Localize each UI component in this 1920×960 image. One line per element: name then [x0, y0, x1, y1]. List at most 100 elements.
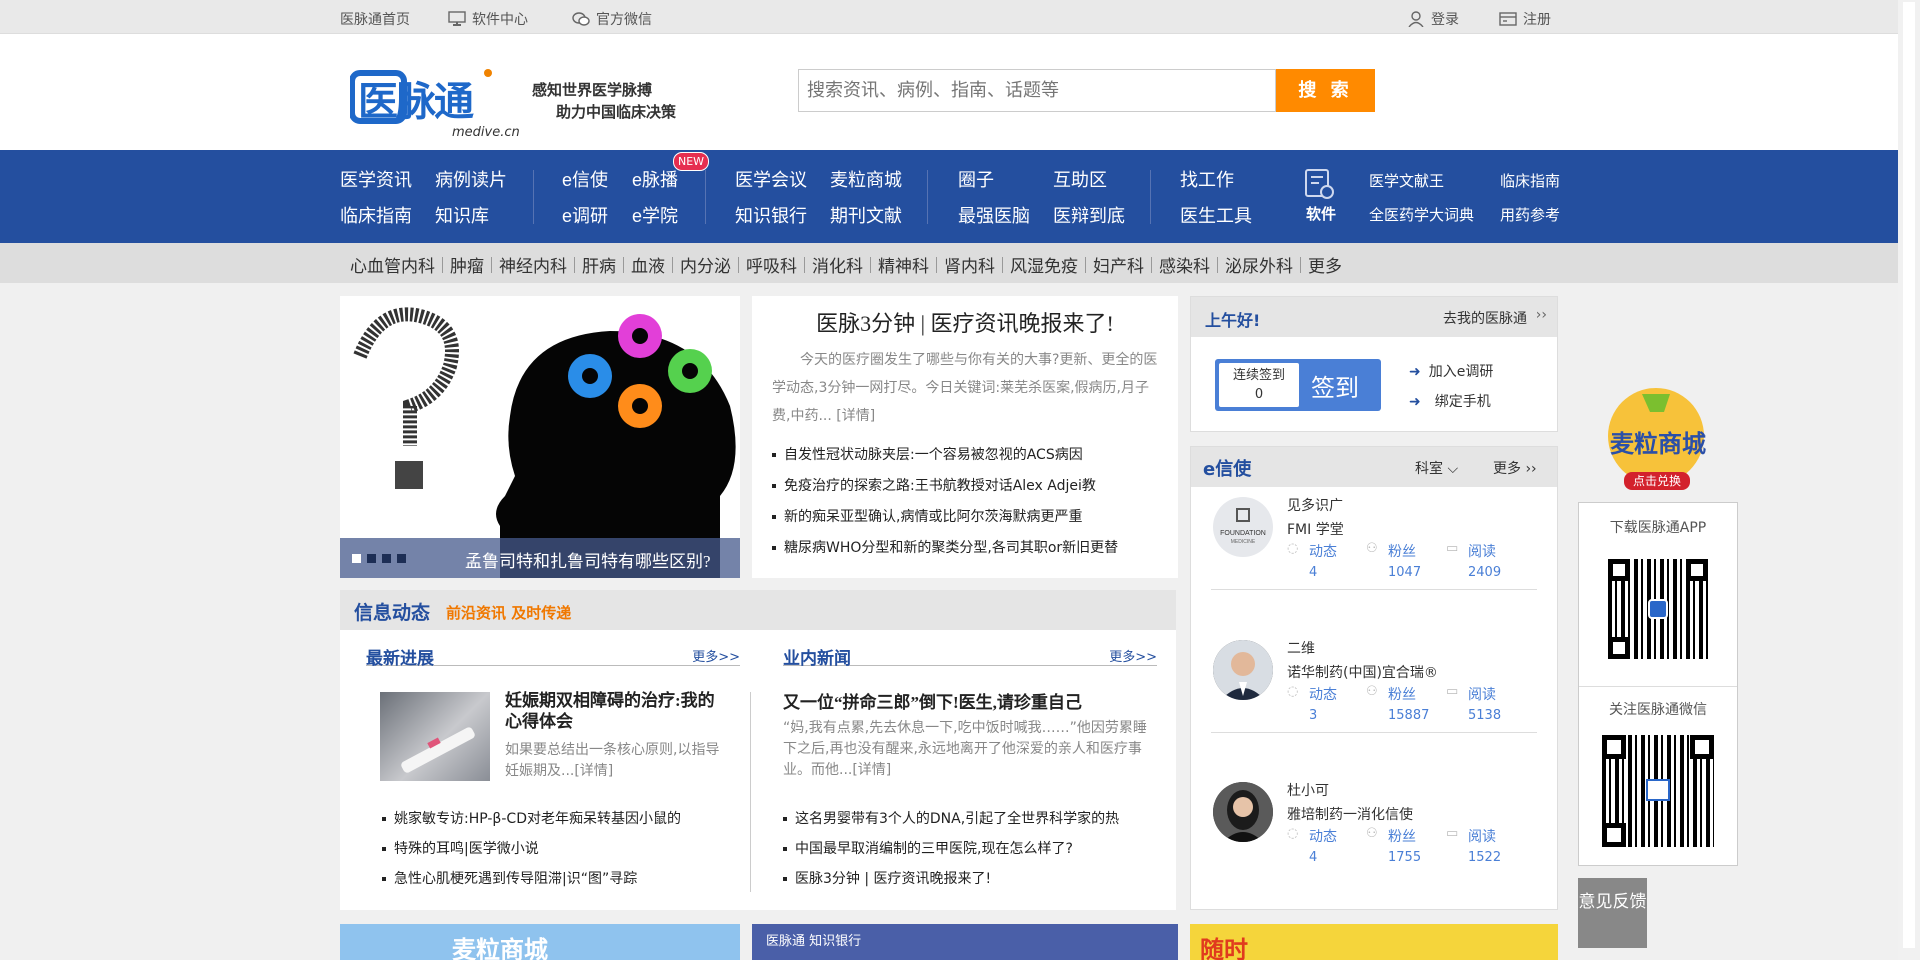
- nav-jobs[interactable]: 找工作: [1180, 166, 1234, 192]
- mall-promo-cta[interactable]: 点击兑换: [1624, 472, 1690, 490]
- industry-item[interactable]: 这名男婴带有3个人的DNA,引起了全世界科学家的热: [783, 808, 1119, 828]
- latest-item[interactable]: 急性心肌梗死遇到传导阻滞|识“图”寻踪: [382, 868, 637, 888]
- industry-item[interactable]: 医脉3分钟 | 医疗资讯晚报来了!: [783, 868, 991, 888]
- nav-clinical-guide[interactable]: 临床指南: [340, 202, 412, 228]
- category-link[interactable]: 感染科: [1152, 252, 1217, 277]
- software-center-link[interactable]: 软件中心: [448, 9, 528, 29]
- register-link[interactable]: 注册: [1499, 9, 1551, 29]
- stat-label[interactable]: 动态: [1309, 826, 1337, 846]
- feedback-button[interactable]: 意见反馈: [1578, 878, 1647, 948]
- dept-dropdown[interactable]: 科室 ⌵: [1415, 458, 1458, 478]
- nav-ecollege[interactable]: e学院: [632, 202, 678, 228]
- stat-label[interactable]: 阅读: [1468, 826, 1496, 846]
- category-link[interactable]: 肿瘤: [443, 252, 491, 277]
- nav-circle[interactable]: 圈子: [958, 166, 994, 192]
- mall-ad-banner[interactable]: 麦粒商城: [340, 924, 740, 960]
- nav-elive[interactable]: e脉播: [632, 166, 678, 192]
- search-button[interactable]: 搜 索: [1276, 69, 1375, 112]
- headline-item[interactable]: 免疫治疗的探索之路:王书航教授对话Alex Adjei教: [772, 475, 1096, 495]
- nav-case-reading[interactable]: 病例读片: [435, 166, 507, 192]
- medlive-logo[interactable]: 医脉通 medive.cn 感知世界医学脉搏 助力中国临床决策: [349, 61, 695, 141]
- bind-phone-link[interactable]: ➜ 绑定手机: [1409, 391, 1491, 411]
- stat-label[interactable]: 动态: [1309, 541, 1337, 561]
- login-link[interactable]: 登录: [1407, 9, 1459, 29]
- headline-item[interactable]: 新的痴呆亚型确认,病情或比阿尔茨海默病更严重: [772, 506, 1082, 526]
- industry-item[interactable]: 中国最早取消编制的三甲医院,现在怎么样了?: [783, 838, 1073, 858]
- nav-medical-dictionary[interactable]: 全医药学大词典: [1369, 204, 1474, 225]
- industry-news-more[interactable]: 更多>>: [1109, 646, 1157, 665]
- nav-mall[interactable]: 麦粒商城: [830, 166, 902, 192]
- emessenger-more[interactable]: 更多 ››: [1493, 458, 1537, 478]
- software-icon[interactable]: [1303, 168, 1335, 204]
- headline-title[interactable]: 医脉3分钟 | 医疗资讯晚报来了!: [752, 306, 1178, 338]
- nav-strongest-brain[interactable]: 最强医脑: [958, 202, 1030, 228]
- latest-item[interactable]: 姚家敏专访:HP-β-CD对老年痴呆转基因小鼠的: [382, 808, 681, 828]
- category-link[interactable]: 妇产科: [1086, 252, 1151, 277]
- nav-clinical-guide-app[interactable]: 临床指南: [1500, 170, 1560, 191]
- join-survey-link[interactable]: ➜ 加入e调研: [1409, 361, 1493, 381]
- stat-label[interactable]: 粉丝: [1388, 826, 1416, 846]
- category-link[interactable]: 心血管内科: [343, 252, 442, 277]
- latest-feature-title[interactable]: 妊娠期双相障碍的治疗:我的心得体会: [505, 690, 720, 732]
- nav-journals[interactable]: 期刊文献: [830, 202, 902, 228]
- user-name[interactable]: 杜小可: [1287, 780, 1329, 800]
- nav-conference[interactable]: 医学会议: [735, 166, 807, 192]
- category-link[interactable]: 神经内科: [492, 252, 574, 277]
- category-link[interactable]: 内分泌: [673, 252, 738, 277]
- headline-item[interactable]: 自发性冠状动脉夹层:一个容易被忽视的ACS病因: [772, 444, 1083, 464]
- signin-widget[interactable]: 连续签到 0 签到: [1215, 359, 1381, 411]
- nav-drug-reference[interactable]: 用药参考: [1500, 204, 1560, 225]
- category-link[interactable]: 风湿免疫: [1003, 252, 1085, 277]
- category-link[interactable]: 肝病: [575, 252, 623, 277]
- nav-software[interactable]: 软件: [1306, 203, 1336, 224]
- page-scrollbar[interactable]: [1898, 0, 1920, 960]
- knowledge-bank-ad[interactable]: 医脉通 知识银行: [752, 924, 1178, 960]
- medlive-logo-graphic: 医脉通 medive.cn 感知世界医学脉搏 助力中国临床决策: [349, 69, 677, 140]
- column-divider: [750, 692, 751, 892]
- nav-mutual-help[interactable]: 互助区: [1053, 166, 1107, 192]
- stat-label[interactable]: 阅读: [1468, 684, 1496, 704]
- home-link[interactable]: 医脉通首页: [340, 9, 410, 29]
- category-link[interactable]: 呼吸科: [739, 252, 804, 277]
- category-link[interactable]: 消化科: [805, 252, 870, 277]
- user-name[interactable]: 见多识广: [1287, 495, 1343, 515]
- latest-progress-more[interactable]: 更多>>: [692, 646, 740, 665]
- nav-knowledge-base[interactable]: 知识库: [435, 202, 489, 228]
- scrollbar-thumb[interactable]: [1903, 2, 1915, 948]
- headline-item[interactable]: 糖尿病WHO分型和新的聚类分型,各司其职or新旧更替: [772, 537, 1118, 557]
- stat-label[interactable]: 阅读: [1468, 541, 1496, 561]
- mall-ad-text: 麦粒商城: [452, 936, 548, 960]
- latest-progress-heading: 最新进展: [366, 649, 434, 669]
- nav-debate[interactable]: 医辩到底: [1053, 202, 1125, 228]
- user-avatar[interactable]: FOUNDATION MEDICINE: [1213, 497, 1273, 557]
- pregnancy-test-image[interactable]: [380, 692, 490, 781]
- stat-label[interactable]: 粉丝: [1388, 684, 1416, 704]
- anytime-ad[interactable]: 随时: [1190, 924, 1558, 960]
- user-avatar[interactable]: [1213, 782, 1273, 842]
- category-link[interactable]: 肾内科: [937, 252, 1002, 277]
- category-link[interactable]: 精神科: [871, 252, 936, 277]
- wechat-link[interactable]: 官方微信: [572, 9, 652, 29]
- signin-button[interactable]: 签到: [1311, 368, 1359, 403]
- latest-item[interactable]: 特殊的耳鸣|医学微小说: [382, 838, 539, 858]
- user-name[interactable]: 二维: [1287, 638, 1315, 658]
- stat-label[interactable]: 动态: [1309, 684, 1337, 704]
- mall-promo[interactable]: 麦粒商城 点击兑换: [1590, 384, 1726, 494]
- nav-literature-king[interactable]: 医学文献王: [1369, 170, 1444, 191]
- nav-knowledge-bank[interactable]: 知识银行: [735, 202, 807, 228]
- nav-doctor-tools[interactable]: 医生工具: [1180, 202, 1252, 228]
- banner-carousel[interactable]: 孟鲁司特和扎鲁司特有哪些区别?: [340, 296, 740, 578]
- nav-medical-news[interactable]: 医学资讯: [340, 166, 412, 192]
- my-medlive-link[interactable]: 去我的医脉通: [1443, 308, 1527, 328]
- banner-caption[interactable]: 孟鲁司特和扎鲁司特有哪些区别?: [465, 547, 711, 572]
- carousel-dots[interactable]: [352, 554, 406, 563]
- stat-label[interactable]: 粉丝: [1388, 541, 1416, 561]
- nav-emessenger[interactable]: e信使: [562, 166, 608, 192]
- user-avatar[interactable]: [1213, 640, 1273, 700]
- search-input[interactable]: [798, 69, 1276, 112]
- category-link[interactable]: 泌尿外科: [1218, 252, 1300, 277]
- category-link[interactable]: 更多: [1301, 252, 1349, 277]
- category-link[interactable]: 血液: [624, 252, 672, 277]
- industry-feature-title[interactable]: 又一位“拼命三郎”倒下!医生,请珍重自己: [783, 688, 1163, 713]
- nav-esurvey[interactable]: e调研: [562, 202, 608, 228]
